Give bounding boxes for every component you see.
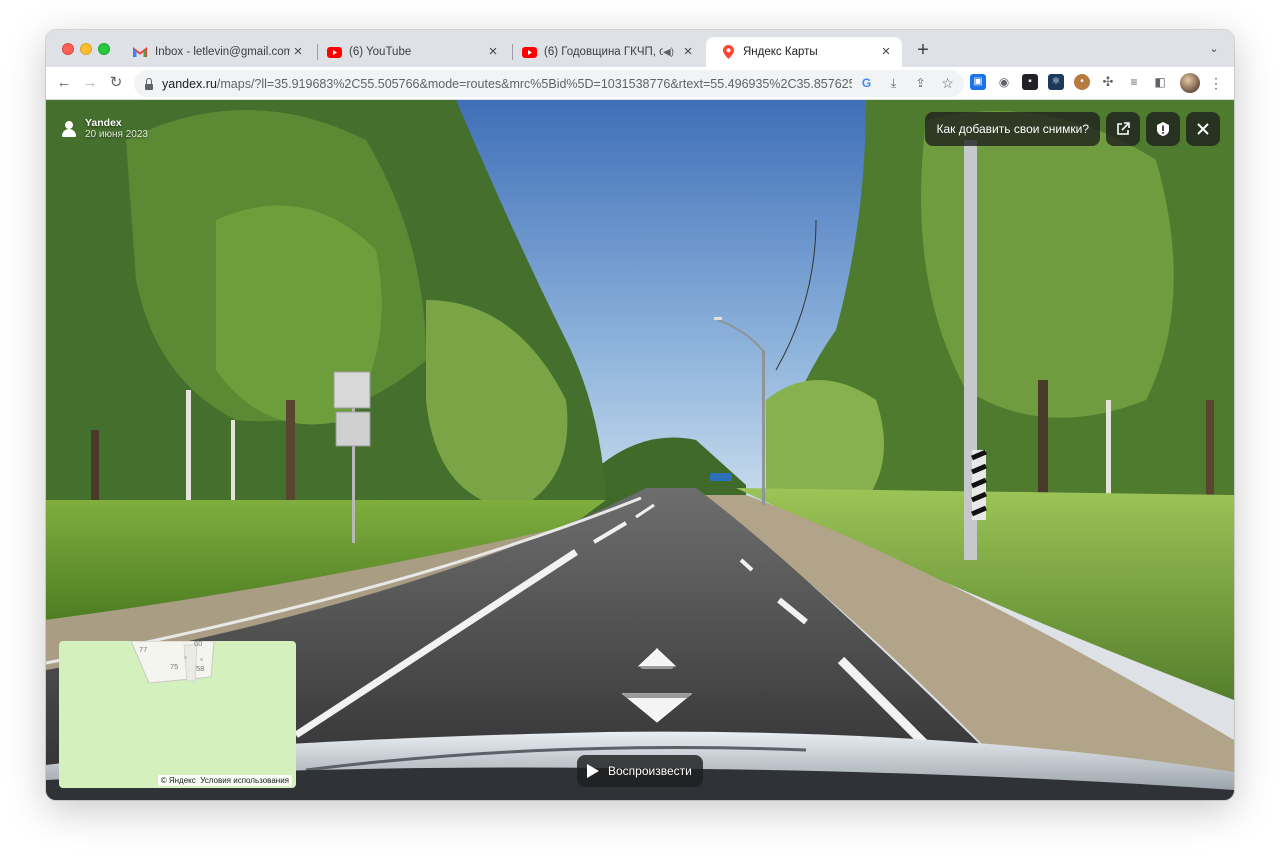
url-text[interactable]: yandex.ru/maps/?ll=35.919683%2C55.505766… bbox=[162, 77, 852, 91]
url-path: /maps/?ll=35.919683%2C55.505766&mode=rou… bbox=[216, 76, 852, 91]
tab-gmail[interactable]: Inbox - letlevin@gmail.com - G × bbox=[118, 37, 314, 67]
tab-yandex-maps[interactable]: Яндекс Карты × bbox=[706, 37, 902, 67]
share-link-button[interactable] bbox=[1106, 112, 1140, 146]
report-problem-button[interactable] bbox=[1146, 112, 1180, 146]
forward-button[interactable]: → bbox=[80, 73, 100, 93]
close-tab-icon[interactable]: × bbox=[290, 44, 306, 60]
author-name: Yandex bbox=[85, 117, 122, 129]
tab-youtube-video[interactable]: (6) Годовщина ГКЧП, отно ◀) × bbox=[507, 37, 704, 67]
close-icon bbox=[1197, 123, 1209, 135]
panorama-controls: Как добавить свои снимки? bbox=[925, 112, 1220, 146]
external-link-icon bbox=[1117, 122, 1130, 135]
warning-shield-icon bbox=[1157, 122, 1169, 136]
youtube-icon bbox=[521, 44, 537, 60]
map-copyright: © Яндекс Условия использования bbox=[157, 775, 292, 786]
chrome-menu-icon[interactable]: ⋮ bbox=[1208, 73, 1224, 93]
panorama-viewport[interactable]: Yandex 20 июня 2023 Как добавить свои сн… bbox=[46, 100, 1234, 800]
close-tab-icon[interactable]: × bbox=[680, 44, 696, 60]
close-tab-icon[interactable]: × bbox=[878, 44, 894, 60]
extension-camera-icon[interactable]: ◉ bbox=[996, 74, 1012, 90]
yandex-maps-pin-icon bbox=[720, 44, 736, 60]
tab-youtube[interactable]: (6) YouTube × bbox=[312, 37, 509, 67]
google-lens-icon[interactable]: G bbox=[858, 75, 875, 92]
tab-title: (6) Годовщина ГКЧП, отно bbox=[544, 46, 663, 58]
play-panorama-button[interactable]: Воспроизвести bbox=[577, 755, 703, 787]
reload-button[interactable]: ↻ bbox=[106, 73, 126, 93]
extension-react-devtools-icon[interactable]: ⚛ bbox=[1048, 74, 1064, 90]
gmail-icon bbox=[132, 44, 148, 60]
tab-title: Inbox - letlevin@gmail.com - G bbox=[155, 46, 290, 58]
back-button[interactable]: ← bbox=[54, 73, 74, 93]
house-number: 77 bbox=[139, 645, 148, 654]
tab-search-chevron-icon[interactable]: ⌄ bbox=[1206, 42, 1222, 58]
extension-picture-in-picture-icon[interactable]: ▪ bbox=[1022, 74, 1038, 90]
play-label: Воспроизвести bbox=[608, 764, 692, 778]
user-icon bbox=[62, 121, 76, 137]
youtube-icon bbox=[326, 44, 342, 60]
extension-translate-icon[interactable]: ▣ bbox=[970, 74, 986, 90]
house-number: 60 bbox=[194, 641, 203, 648]
lock-icon[interactable] bbox=[144, 77, 154, 90]
tab-bar: Inbox - letlevin@gmail.com - G × (6) You… bbox=[46, 30, 1234, 67]
new-tab-button[interactable]: + bbox=[912, 40, 934, 62]
house-number: 58 bbox=[196, 664, 205, 673]
address-bar-actions: G ⤓ ⇪ ☆ bbox=[858, 75, 956, 92]
url-domain: yandex.ru bbox=[162, 76, 217, 91]
add-photos-button[interactable]: Как добавить свои снимки? bbox=[925, 112, 1100, 146]
share-icon[interactable]: ⇪ bbox=[912, 75, 929, 92]
copyright-text: © Яндекс bbox=[160, 776, 196, 785]
close-tab-icon[interactable]: × bbox=[485, 44, 501, 60]
speaker-icon[interactable]: ◀) bbox=[663, 47, 674, 58]
play-icon bbox=[587, 764, 599, 778]
close-window-button[interactable] bbox=[62, 43, 74, 55]
address-bar[interactable]: yandex.ru/maps/?ll=35.919683%2C55.505766… bbox=[134, 70, 964, 97]
panorama-author[interactable]: Yandex 20 июня 2023 bbox=[62, 117, 148, 141]
install-app-icon[interactable]: ⤓ bbox=[885, 75, 902, 92]
close-panorama-button[interactable] bbox=[1186, 112, 1220, 146]
browser-window: Inbox - letlevin@gmail.com - G × (6) You… bbox=[46, 30, 1234, 800]
side-panel-icon[interactable]: ◧ bbox=[1152, 74, 1168, 90]
extension-cookie-icon[interactable]: • bbox=[1074, 74, 1090, 90]
minimap[interactable]: 77 60 75 58 © Яндекс Условия использован… bbox=[59, 641, 296, 788]
bookmark-star-icon[interactable]: ☆ bbox=[939, 75, 956, 92]
tab-title: Яндекс Карты bbox=[743, 46, 818, 58]
extensions-area: ▣ ◉ ▪ ⚛ • ✣ ≡ ◧ bbox=[970, 74, 1168, 90]
reading-list-icon[interactable]: ≡ bbox=[1126, 74, 1142, 90]
panorama-date: 20 июня 2023 bbox=[85, 129, 148, 140]
minimize-window-button[interactable] bbox=[80, 43, 92, 55]
zoom-window-button[interactable] bbox=[98, 43, 110, 55]
profile-avatar[interactable] bbox=[1180, 73, 1200, 93]
house-number: 75 bbox=[170, 662, 179, 671]
browser-toolbar: ← → ↻ yandex.ru/maps/?ll=35.919683%2C55.… bbox=[46, 67, 1234, 100]
tab-title: (6) YouTube bbox=[349, 46, 412, 58]
extensions-puzzle-icon[interactable]: ✣ bbox=[1100, 74, 1116, 90]
terms-of-use-link[interactable]: Условия использования bbox=[200, 776, 289, 785]
